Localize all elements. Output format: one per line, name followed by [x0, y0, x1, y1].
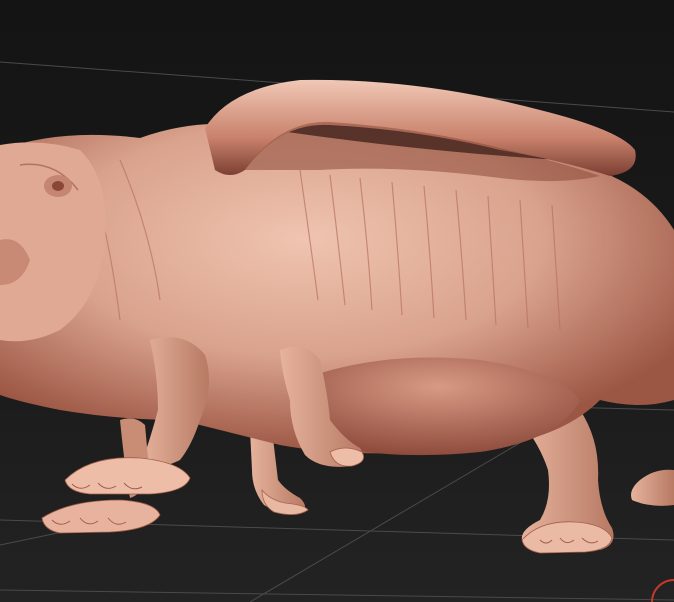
viewport-canvas[interactable] — [0, 0, 674, 602]
axis-gizmo-icon[interactable] — [651, 579, 674, 602]
eye — [44, 175, 72, 197]
sculpt-viewport[interactable] — [0, 0, 674, 602]
far-paw — [631, 469, 674, 506]
